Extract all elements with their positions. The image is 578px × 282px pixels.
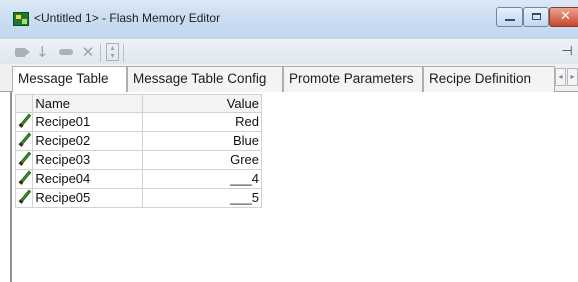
message-table-grid: Name Value Recipe01 Red Recipe02 Blue Re…	[14, 94, 263, 208]
pencil-icon	[18, 151, 32, 166]
toolbar: ↓ ✕ ▴ ▾ ⊣	[0, 38, 578, 65]
minimize-button[interactable]	[496, 7, 523, 27]
tab-scroll-right-button[interactable]: ▸	[567, 68, 578, 86]
flash-memory-editor-window: <Untitled 1> - Flash Memory Editor ✕ ↓ ✕…	[0, 0, 578, 282]
tab-promote-parameters[interactable]: Promote Parameters	[283, 66, 423, 92]
recipe-value-cell[interactable]: Red	[141, 112, 263, 132]
pencil-icon	[18, 132, 32, 147]
minimize-icon	[505, 19, 515, 21]
recipe-name-cell[interactable]: Recipe01	[32, 112, 143, 132]
table-row[interactable]: Recipe01 Red	[14, 112, 263, 132]
table-row[interactable]: Recipe05 ___5	[14, 188, 263, 208]
delete-x-icon[interactable]: ✕	[80, 43, 96, 61]
tab-scroll-left-button[interactable]: ◂	[555, 68, 566, 86]
recipe-value-cell[interactable]: Gree	[141, 150, 263, 170]
table-row[interactable]: Recipe02 Blue	[14, 131, 263, 151]
pencil-icon	[18, 189, 32, 204]
toolbar-separator	[123, 44, 124, 62]
maximize-button[interactable]	[523, 7, 549, 27]
spinner-icon[interactable]: ▴ ▾	[106, 43, 119, 61]
maximize-icon	[532, 13, 541, 20]
tag-icon[interactable]	[13, 43, 30, 61]
pin-icon[interactable]: ⊣	[558, 43, 576, 61]
window-title: <Untitled 1> - Flash Memory Editor	[34, 11, 221, 25]
tab-recipe-definition[interactable]: Recipe Definition	[423, 66, 555, 92]
pencil-icon	[18, 170, 32, 185]
close-button[interactable]: ✕	[549, 7, 578, 27]
tab-message-table-config[interactable]: Message Table Config	[127, 66, 283, 92]
recipe-value-cell[interactable]: ___4	[141, 169, 263, 189]
grid-header-row: Name Value	[14, 94, 263, 113]
pencil-icon	[18, 113, 32, 128]
recipe-name-cell[interactable]: Recipe05	[32, 188, 143, 208]
eraser-icon[interactable]	[57, 43, 75, 61]
app-icon[interactable]	[13, 12, 29, 26]
value-column-header[interactable]: Value	[141, 94, 263, 113]
table-row[interactable]: Recipe04 ___4	[14, 169, 263, 189]
recipe-value-cell[interactable]: ___5	[141, 188, 263, 208]
recipe-value-cell[interactable]: Blue	[141, 131, 263, 151]
title-bar[interactable]: <Untitled 1> - Flash Memory Editor ✕	[0, 0, 578, 40]
name-column-header[interactable]: Name	[32, 94, 143, 113]
download-arrow-icon[interactable]: ↓	[36, 43, 49, 61]
tab-strip: Message Table Message Table Config Promo…	[0, 64, 578, 92]
grid-header-icon-cell	[14, 94, 34, 113]
message-table-panel: Name Value Recipe01 Red Recipe02 Blue Re…	[10, 92, 578, 282]
tab-message-table[interactable]: Message Table	[12, 66, 127, 92]
close-icon: ✕	[560, 9, 571, 24]
toolbar-separator	[100, 44, 101, 62]
recipe-name-cell[interactable]: Recipe03	[32, 150, 143, 170]
table-row[interactable]: Recipe03 Gree	[14, 150, 263, 170]
recipe-name-cell[interactable]: Recipe04	[32, 169, 143, 189]
recipe-name-cell[interactable]: Recipe02	[32, 131, 143, 151]
